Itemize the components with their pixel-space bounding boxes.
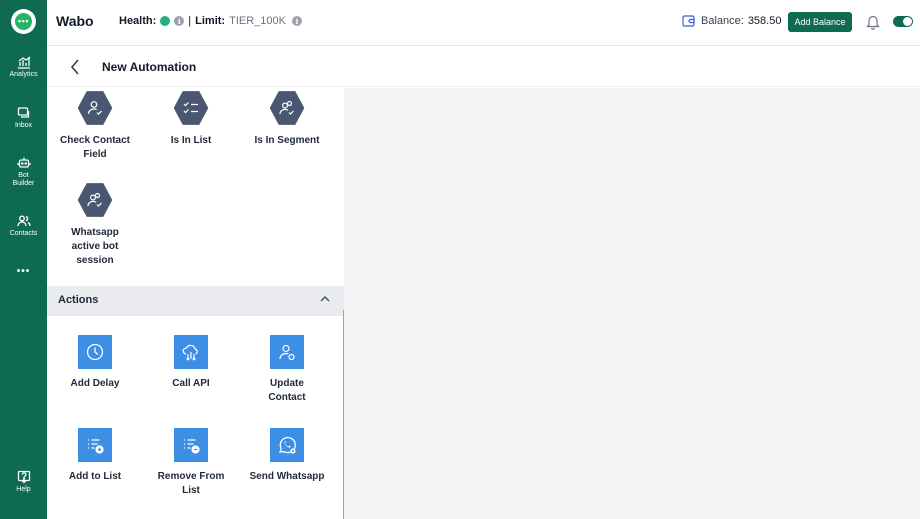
nav-item-more[interactable]: ••• [0, 266, 47, 277]
node-label: Add to List [68, 471, 122, 482]
node-update-contact[interactable]: Update Contact [239, 335, 335, 405]
limit-value: TIER_100K [229, 15, 286, 27]
nav-item-contacts[interactable]: Contacts [0, 214, 47, 238]
nav-label: Help [16, 486, 31, 493]
chat-logo-icon: ••• [15, 13, 32, 30]
page-title-bar: New Automation [47, 47, 920, 87]
inbox-icon [17, 107, 29, 118]
node-label: Send Whatsapp [249, 471, 325, 482]
nav-label: Inbox [14, 122, 33, 129]
wallet-icon [682, 15, 695, 27]
status-toggle[interactable] [893, 16, 913, 27]
node-label: Remove From List [157, 471, 225, 496]
node-label: Call API [172, 378, 210, 389]
contacts-icon [16, 215, 31, 227]
node-label: Whatsapp active bot session [71, 227, 119, 266]
node-add-to-list[interactable]: Add to List [47, 428, 143, 484]
add-balance-button[interactable]: Add Balance [788, 12, 852, 32]
info-icon[interactable]: i [174, 16, 185, 26]
clock-icon [78, 335, 112, 369]
node-label: Is In Segment [254, 135, 320, 146]
node-is-in-list[interactable]: Is In List [143, 90, 239, 148]
segment-icon [77, 183, 113, 217]
balance-display: Balance: 358.50 [682, 15, 781, 27]
node-label: Check Contact Field [59, 135, 130, 160]
contact-check-icon [77, 91, 113, 125]
user-edit-icon [270, 335, 304, 369]
limit-label: Limit: [195, 15, 226, 27]
node-remove-from-list[interactable]: Remove From List [143, 428, 239, 498]
node-label: Update Contact [268, 378, 306, 403]
node-palette-panel: Check Contact Field Is In List Is In Seg… [47, 88, 344, 519]
nav-item-help[interactable]: Help [0, 470, 47, 494]
automation-canvas[interactable] [344, 88, 920, 519]
page-title: New Automation [102, 60, 197, 74]
node-send-whatsapp[interactable]: Send Whatsapp [239, 428, 335, 484]
health-status: Health: i | Limit: TIER_100K i [119, 15, 302, 27]
segment-icon [269, 91, 305, 125]
back-arrow-icon[interactable] [70, 59, 80, 75]
node-check-contact-field[interactable]: Check Contact Field [47, 90, 143, 162]
app-logo[interactable]: ••• [11, 9, 36, 34]
top-header: Wabo Health: i | Limit: TIER_100K i Bala… [47, 0, 920, 46]
health-status-dot [160, 16, 171, 26]
actions-section-header[interactable]: Actions [47, 286, 344, 316]
bell-icon[interactable] [865, 13, 881, 30]
nav-item-inbox[interactable]: Inbox [0, 106, 47, 130]
chevron-up-icon[interactable] [320, 295, 330, 302]
section-title: Actions [58, 294, 99, 306]
nav-item-bot-builder[interactable]: Bot Builder [0, 156, 47, 188]
health-label: Health: [119, 15, 157, 27]
whatsapp-icon [270, 428, 304, 462]
cloud-api-icon [174, 335, 208, 369]
node-call-api[interactable]: Call API [143, 335, 239, 391]
balance-label: Balance: [701, 15, 744, 27]
nav-label: Analytics [9, 71, 38, 78]
node-is-in-segment[interactable]: Is In Segment [239, 90, 335, 148]
nav-label: Contacts [9, 230, 38, 237]
left-nav-rail: ••• Analytics Inbox Bot Builder Contacts… [0, 0, 47, 519]
list-remove-icon [174, 428, 208, 462]
node-label: Is In List [170, 135, 212, 146]
more-icon: ••• [16, 266, 31, 277]
robot-icon [16, 157, 31, 168]
list-add-icon [78, 428, 112, 462]
separator: | [188, 15, 192, 27]
nav-label: Bot Builder [12, 172, 35, 187]
nav-item-analytics[interactable]: Analytics [0, 55, 47, 79]
node-add-delay[interactable]: Add Delay [47, 335, 143, 391]
chart-icon [17, 56, 30, 69]
info-icon[interactable]: i [291, 16, 302, 26]
node-label: Add Delay [70, 378, 120, 389]
balance-value: 358.50 [747, 15, 782, 27]
help-icon [17, 470, 30, 484]
node-whatsapp-active-bot-session[interactable]: Whatsapp active bot session [47, 182, 143, 268]
app-name: Wabo [56, 13, 94, 29]
checklist-icon [173, 91, 209, 125]
